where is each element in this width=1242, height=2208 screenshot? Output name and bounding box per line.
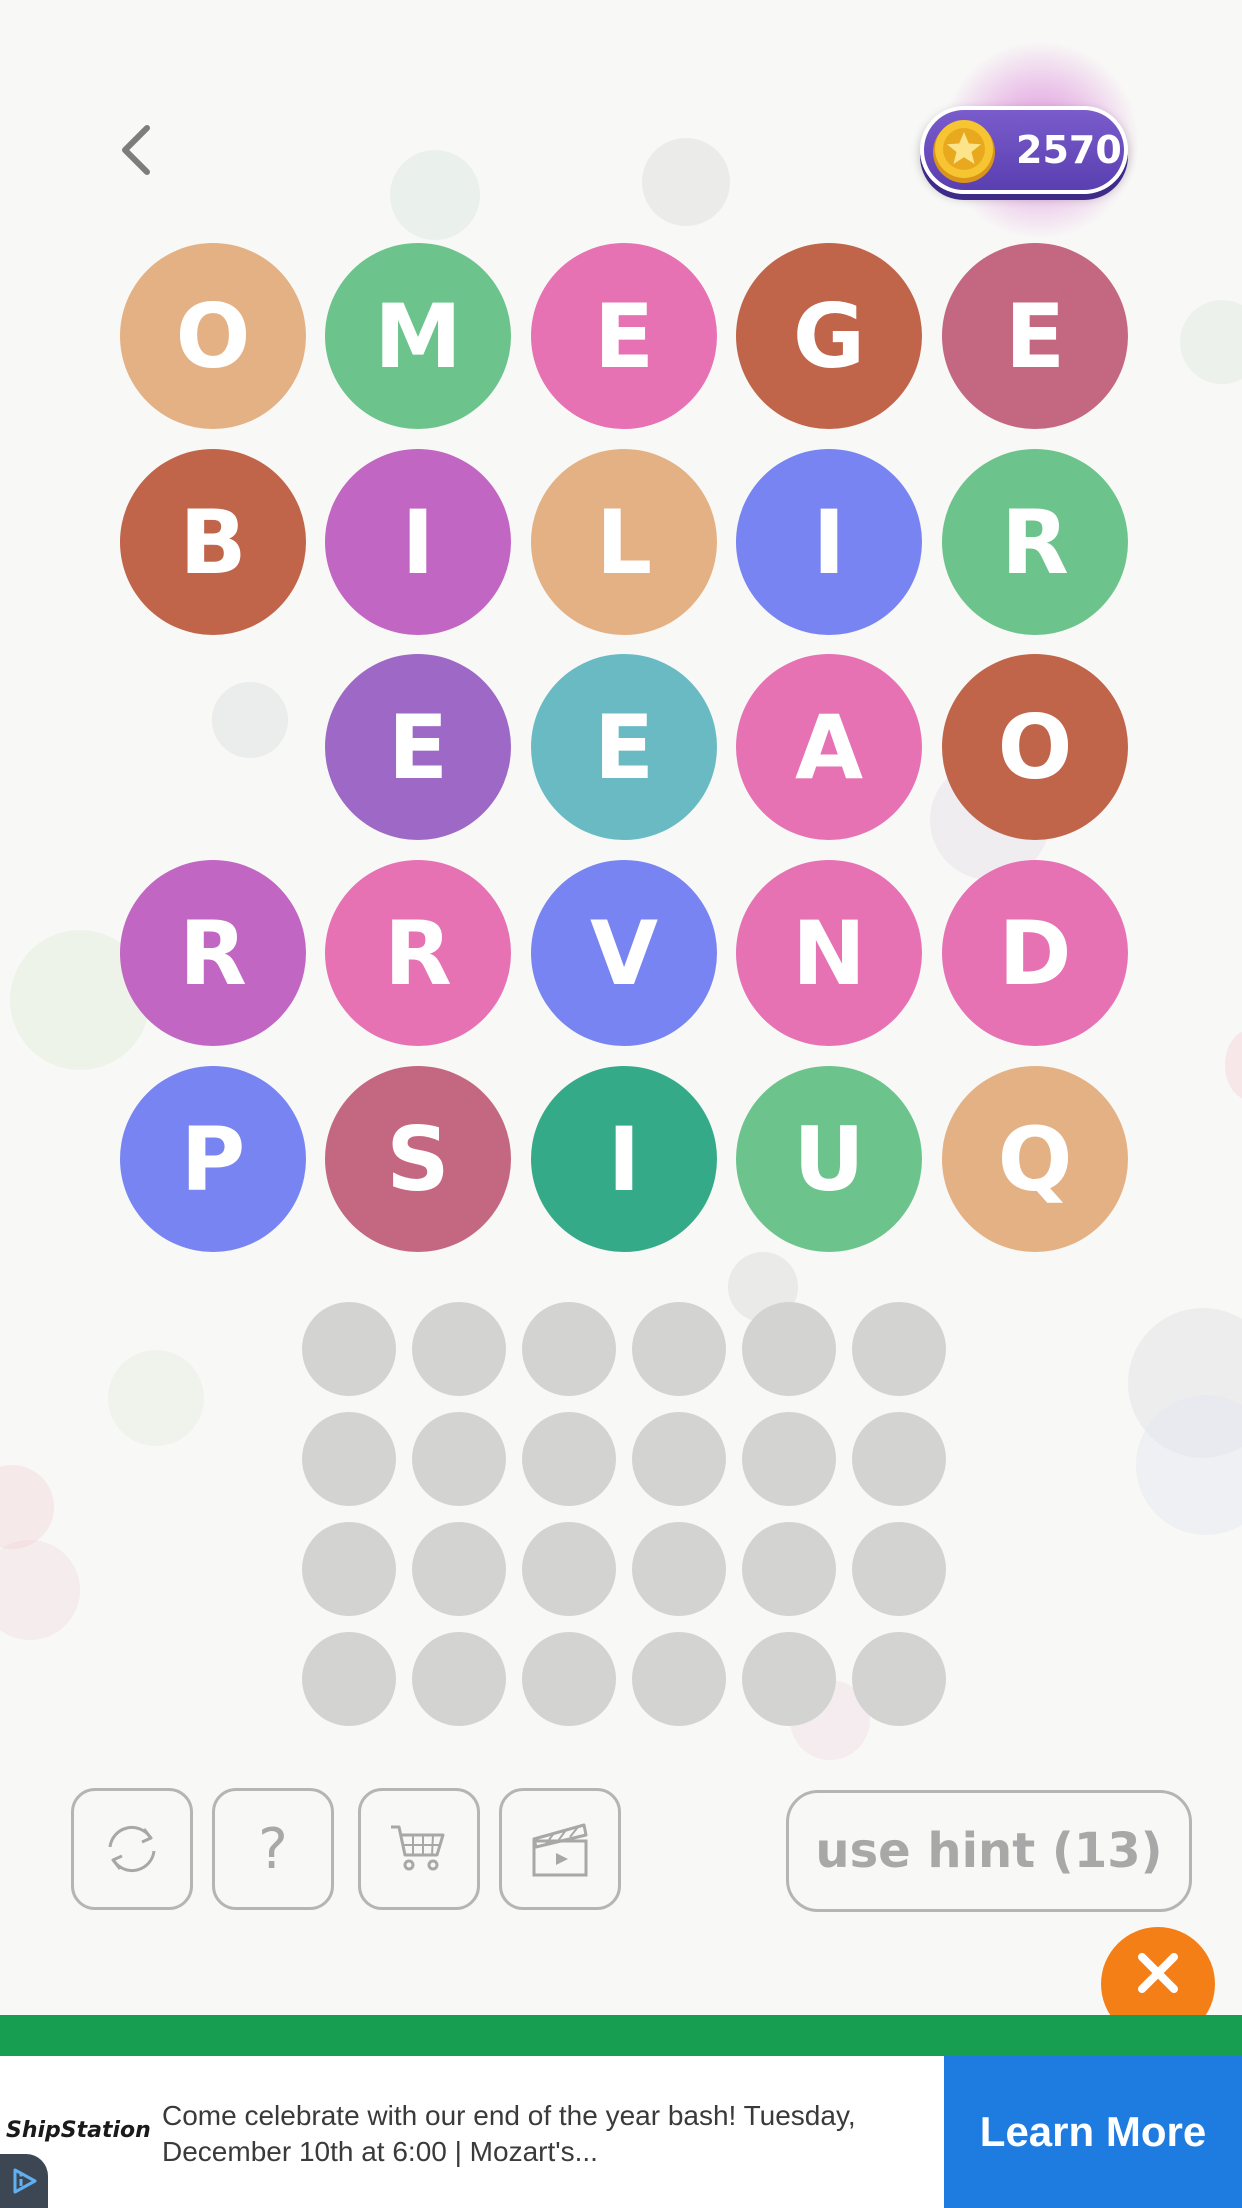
shop-button[interactable]: [358, 1788, 480, 1910]
answer-slot: [632, 1522, 726, 1616]
answer-slot: [522, 1412, 616, 1506]
bokeh-decoration: [1136, 1395, 1242, 1535]
letter-tile[interactable]: I: [531, 1066, 717, 1252]
chevron-left-icon: [122, 125, 150, 175]
letter-tile[interactable]: R: [325, 860, 511, 1046]
answer-slot: [742, 1302, 836, 1396]
letter-tile[interactable]: R: [120, 860, 306, 1046]
letter-tile[interactable]: B: [120, 449, 306, 635]
answer-slot: [412, 1522, 506, 1616]
answer-slot: [742, 1632, 836, 1726]
letter-tile[interactable]: I: [736, 449, 922, 635]
answer-slot: [412, 1412, 506, 1506]
ad-choices-icon[interactable]: [0, 2154, 48, 2208]
answer-slot: [302, 1412, 396, 1506]
coin-counter[interactable]: 2570: [920, 106, 1128, 194]
cart-icon: [391, 1825, 445, 1871]
ad-text: Come celebrate with our end of the year …: [162, 2100, 856, 2167]
learn-more-button[interactable]: Learn More: [944, 2056, 1242, 2208]
answer-slot: [302, 1522, 396, 1616]
letter-tile[interactable]: M: [325, 243, 511, 429]
coin-star-icon: [933, 120, 995, 183]
answer-slot: [302, 1632, 396, 1726]
letter-tile[interactable]: V: [531, 860, 717, 1046]
bokeh-decoration: [390, 150, 480, 240]
use-hint-button[interactable]: use hint (13): [786, 1790, 1192, 1912]
clapperboard-icon: [532, 1823, 588, 1877]
letter-tile[interactable]: S: [325, 1066, 511, 1252]
bokeh-decoration: [212, 682, 288, 758]
answer-slot: [632, 1632, 726, 1726]
letter-tile[interactable]: L: [531, 449, 717, 635]
letter-tile[interactable]: U: [736, 1066, 922, 1252]
shuffle-icon: [108, 1826, 156, 1872]
back-button[interactable]: [100, 110, 170, 190]
help-button[interactable]: ?: [212, 1788, 334, 1910]
video-reward-button[interactable]: [499, 1788, 621, 1910]
letter-tile[interactable]: O: [120, 243, 306, 429]
bokeh-decoration: [0, 1465, 54, 1549]
answer-slot: [632, 1302, 726, 1396]
answer-slot: [852, 1522, 946, 1616]
letter-tile[interactable]: P: [120, 1066, 306, 1252]
answer-slot: [522, 1302, 616, 1396]
letter-tile[interactable]: E: [531, 654, 717, 840]
letter-tile[interactable]: I: [325, 449, 511, 635]
answer-slot: [742, 1522, 836, 1616]
letter-tile[interactable]: E: [942, 243, 1128, 429]
letter-tile[interactable]: A: [736, 654, 922, 840]
shuffle-button[interactable]: [71, 1788, 193, 1910]
answer-slot: [412, 1632, 506, 1726]
answer-slot: [302, 1302, 396, 1396]
answer-slot: [852, 1302, 946, 1396]
answer-slot: [522, 1632, 616, 1726]
ad-brand-logo: ShipStation: [6, 2118, 151, 2143]
bokeh-decoration: [642, 138, 730, 226]
bokeh-decoration: [1225, 1030, 1242, 1100]
ad-banner[interactable]: ShipStation Come celebrate with our end …: [0, 2056, 1242, 2208]
letter-tile[interactable]: G: [736, 243, 922, 429]
bokeh-decoration: [1180, 300, 1242, 384]
ad-top-strip: [0, 2015, 1242, 2056]
bokeh-decoration: [108, 1350, 204, 1446]
letter-tile[interactable]: E: [325, 654, 511, 840]
answer-slot: [412, 1302, 506, 1396]
help-label: ?: [258, 1816, 288, 1882]
answer-slot: [852, 1412, 946, 1506]
answer-slot: [742, 1412, 836, 1506]
letter-tile[interactable]: E: [531, 243, 717, 429]
letter-tile[interactable]: Q: [942, 1066, 1128, 1252]
bokeh-decoration: [0, 1540, 80, 1640]
close-icon: [1138, 1953, 1178, 1993]
coin-count: 2570: [1016, 128, 1122, 172]
letter-tile[interactable]: N: [736, 860, 922, 1046]
answer-slot: [632, 1412, 726, 1506]
answer-slot: [522, 1522, 616, 1616]
bokeh-decoration: [1128, 1308, 1242, 1458]
letter-tile[interactable]: D: [942, 860, 1128, 1046]
answer-slot: [852, 1632, 946, 1726]
letter-tile[interactable]: O: [942, 654, 1128, 840]
letter-tile[interactable]: R: [942, 449, 1128, 635]
